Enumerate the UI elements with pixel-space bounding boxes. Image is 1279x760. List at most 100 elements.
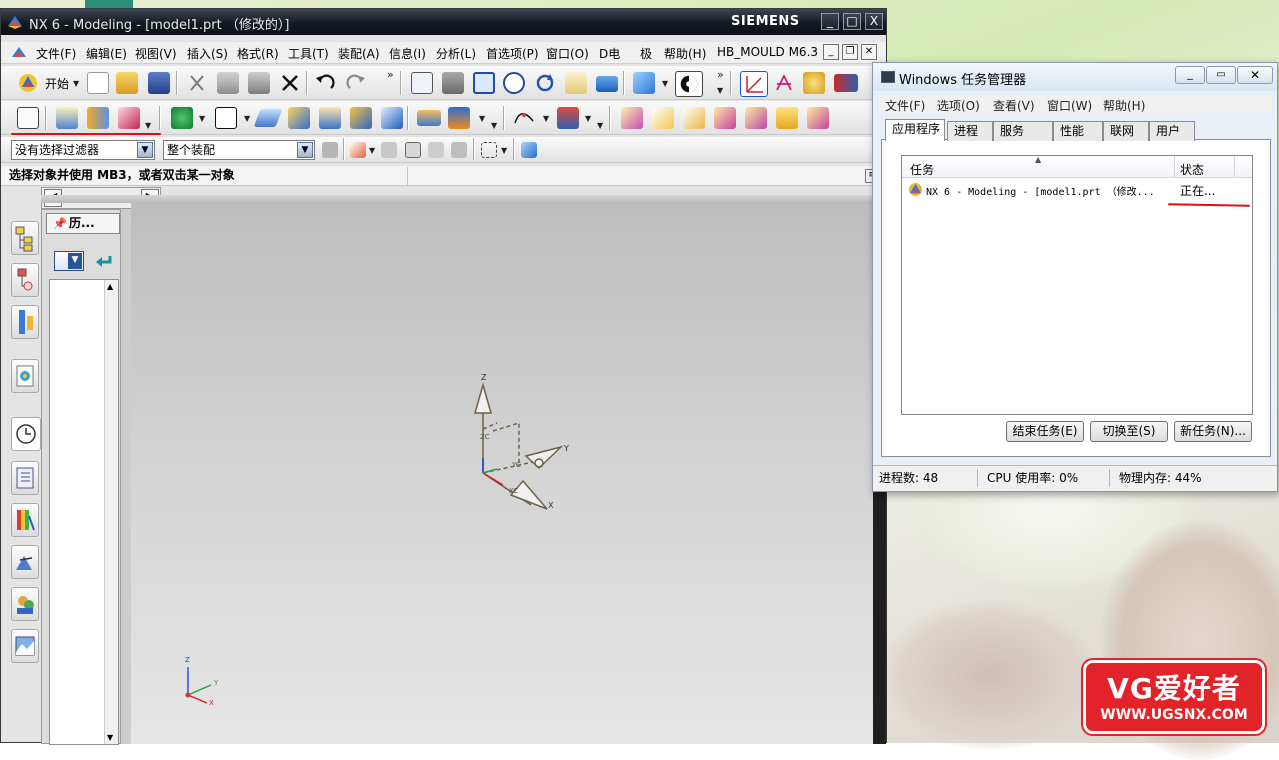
fit-icon[interactable] bbox=[411, 72, 433, 94]
tab-services[interactable]: 服务 bbox=[993, 121, 1053, 141]
tm-menu-window[interactable]: 窗口(W) bbox=[1047, 97, 1092, 114]
minimize-button[interactable]: _ bbox=[821, 13, 839, 30]
start-button[interactable]: 开始 ▼ bbox=[15, 71, 81, 95]
save-icon[interactable] bbox=[148, 72, 170, 94]
new-icon[interactable] bbox=[87, 72, 109, 94]
open-icon[interactable] bbox=[116, 72, 138, 94]
doc-restore-button[interactable]: ❐ bbox=[842, 44, 858, 60]
sketch-icon[interactable] bbox=[17, 107, 39, 129]
trim-body-icon[interactable] bbox=[417, 110, 441, 126]
copy-icon[interactable] bbox=[217, 72, 239, 94]
zoom-icon[interactable] bbox=[473, 72, 495, 94]
task-list[interactable]: 任务 ▲ 状态 NX 6 - Modeling - [model1.prt （修… bbox=[901, 155, 1253, 415]
tab-networking[interactable]: 联网 bbox=[1103, 121, 1149, 141]
menu-ji[interactable]: 极 bbox=[640, 45, 652, 62]
pan-icon[interactable] bbox=[565, 72, 587, 94]
show-hide-icon[interactable] bbox=[521, 142, 537, 158]
snap-mid-icon[interactable] bbox=[405, 142, 421, 158]
menu-format[interactable]: 格式(R) bbox=[237, 45, 279, 62]
extrude-icon[interactable] bbox=[56, 107, 78, 129]
zoom-in-icon[interactable] bbox=[503, 72, 525, 94]
type-filter-select[interactable]: 没有选择过滤器 ▼ bbox=[11, 140, 155, 160]
datum-plane-icon[interactable] bbox=[171, 107, 193, 129]
tab-performance[interactable]: 性能 bbox=[1053, 121, 1103, 141]
block-icon[interactable] bbox=[215, 107, 237, 129]
cut-icon[interactable] bbox=[186, 72, 208, 94]
menu-tools[interactable]: 工具(T) bbox=[288, 45, 329, 62]
assembly-5-icon[interactable] bbox=[745, 107, 767, 129]
assembly-3-icon[interactable] bbox=[683, 107, 705, 129]
sweep-icon[interactable] bbox=[253, 109, 283, 127]
wcs-icon[interactable] bbox=[740, 71, 768, 97]
menu-analysis[interactable]: 分析(L) bbox=[436, 45, 476, 62]
zoom-window-icon[interactable] bbox=[442, 72, 464, 94]
assembly-navigator-tab[interactable] bbox=[11, 221, 39, 255]
blend-icon[interactable] bbox=[319, 107, 341, 129]
web-browser-tab[interactable] bbox=[11, 545, 39, 579]
tm-menu-file[interactable]: 文件(F) bbox=[885, 97, 925, 114]
assembly-2-icon[interactable] bbox=[652, 107, 674, 129]
menu-preferences[interactable]: 首选项(P) bbox=[486, 45, 539, 62]
revolve-icon[interactable] bbox=[87, 107, 109, 129]
tm-close-button[interactable]: ✕ bbox=[1237, 66, 1273, 84]
navigator-tree[interactable]: ▲ ▼ bbox=[49, 279, 119, 745]
orient-view-icon[interactable] bbox=[675, 71, 703, 97]
redo-icon[interactable] bbox=[345, 72, 367, 94]
assembly-7-icon[interactable] bbox=[807, 107, 829, 129]
assembly-1-icon[interactable] bbox=[621, 107, 643, 129]
toolbar-overflow-icon[interactable]: » bbox=[717, 68, 724, 81]
column-task[interactable]: 任务 bbox=[910, 161, 934, 178]
constraint-navigator-tab[interactable] bbox=[11, 263, 39, 297]
doc-close-button[interactable]: ✕ bbox=[861, 44, 877, 60]
navigator-scrollbar[interactable]: ▲ ▼ bbox=[104, 280, 118, 744]
filter-reset-icon[interactable] bbox=[322, 142, 338, 158]
close-button[interactable]: X bbox=[865, 13, 883, 30]
app-menu-icon[interactable] bbox=[11, 45, 27, 61]
return-icon[interactable] bbox=[94, 252, 114, 270]
tm-maximize-button[interactable]: ▭ bbox=[1206, 66, 1236, 84]
menu-file[interactable]: 文件(F) bbox=[36, 45, 76, 62]
selection-scope-select[interactable]: 整个装配 ▼ bbox=[163, 140, 315, 160]
end-task-button[interactable]: 结束任务(E) bbox=[1006, 421, 1084, 442]
tab-users[interactable]: 用户 bbox=[1149, 121, 1195, 141]
datum-csys-icon[interactable] bbox=[773, 72, 795, 94]
selection-box-icon[interactable] bbox=[481, 142, 497, 158]
undo-icon[interactable] bbox=[314, 72, 336, 94]
column-status[interactable]: 状态 bbox=[1180, 161, 1204, 178]
tab-applications[interactable]: 应用程序 bbox=[885, 119, 945, 141]
snap-end-icon[interactable] bbox=[381, 142, 397, 158]
mould-tool-icon[interactable] bbox=[834, 74, 858, 92]
curve-icon[interactable] bbox=[513, 107, 535, 129]
history-tab[interactable] bbox=[11, 417, 41, 451]
doc-minimize-button[interactable]: _ bbox=[823, 44, 839, 60]
tm-menu-view[interactable]: 查看(V) bbox=[993, 97, 1035, 114]
graphics-viewport[interactable]: Z Y X ZC XC YC Z Y X bbox=[131, 203, 873, 744]
switch-to-button[interactable]: 切换至(S) bbox=[1090, 421, 1168, 442]
menu-help[interactable]: 帮助(H) bbox=[664, 45, 706, 62]
tab-processes[interactable]: 进程 bbox=[947, 121, 993, 141]
menu-insert[interactable]: 插入(S) bbox=[187, 45, 228, 62]
menu-info[interactable]: 信息(I) bbox=[389, 45, 426, 62]
menu-hb-mould[interactable]: HB_MOULD M6.3 bbox=[717, 45, 818, 59]
tm-menu-help[interactable]: 帮助(H) bbox=[1103, 97, 1145, 114]
menu-d-electrode[interactable]: D电 bbox=[599, 45, 620, 62]
face-icon[interactable] bbox=[557, 107, 579, 129]
snap-point-icon[interactable] bbox=[350, 142, 366, 158]
history-palette-tab[interactable] bbox=[11, 587, 39, 621]
snap-quadrant-icon[interactable] bbox=[451, 142, 467, 158]
toolbar-overflow-icon[interactable]: » bbox=[387, 68, 394, 81]
shell-icon[interactable] bbox=[381, 107, 403, 129]
delete-icon[interactable] bbox=[279, 72, 301, 94]
task-row[interactable]: NX 6 - Modeling - [model1.prt （修改... 正在.… bbox=[904, 180, 1250, 200]
assembly-6-icon[interactable] bbox=[776, 107, 798, 129]
shaded-icon[interactable] bbox=[596, 76, 618, 92]
system-materials-tab[interactable] bbox=[11, 461, 39, 495]
hole-icon[interactable] bbox=[118, 107, 140, 129]
maximize-button[interactable]: □ bbox=[843, 13, 861, 30]
reuse-library-tab[interactable] bbox=[11, 359, 39, 393]
navigator-tab-header[interactable]: 📌 历... bbox=[46, 213, 120, 234]
tm-minimize-button[interactable]: _ bbox=[1175, 66, 1205, 84]
assembly-4-icon[interactable] bbox=[714, 107, 736, 129]
part-navigator-tab[interactable] bbox=[11, 305, 39, 339]
new-task-button[interactable]: 新任务(N)... bbox=[1174, 421, 1252, 442]
